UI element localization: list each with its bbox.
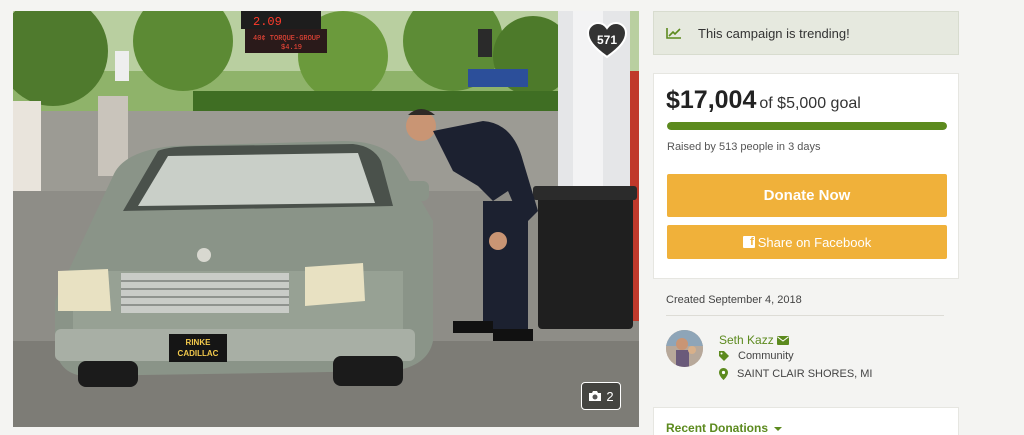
organizer-name: Seth Kazz	[719, 333, 774, 347]
organizer-avatar[interactable]	[666, 330, 703, 367]
trending-text: This campaign is trending!	[698, 25, 850, 41]
hearts-badge[interactable]: 571	[587, 21, 627, 61]
share-facebook-button[interactable]: f Share on Facebook	[667, 225, 947, 259]
map-pin-icon	[719, 368, 728, 380]
hearts-count: 571	[596, 33, 618, 47]
gas-sign-sub: $4.19	[281, 44, 302, 52]
facebook-icon: f	[742, 236, 755, 248]
gas-price-top: 2.09	[253, 15, 282, 29]
envelope-icon[interactable]	[776, 335, 789, 345]
category-text: Community	[738, 350, 794, 362]
recent-donations-label: Recent Donations	[666, 421, 769, 435]
share-facebook-label: Share on Facebook	[757, 234, 872, 250]
caret-down-icon	[774, 427, 783, 431]
raised-by-text: Raised by 513 people in 3 days	[667, 141, 821, 153]
camera-icon	[589, 391, 602, 401]
organizer-name-link[interactable]: Seth Kazz	[719, 333, 789, 347]
progress-fill	[667, 122, 947, 130]
gas-sign-text: 40¢ TORQUE-GROUP	[253, 35, 320, 43]
progress-bar	[667, 122, 947, 130]
tag-icon	[719, 351, 729, 361]
goal-text: of $5,000 goal	[759, 95, 861, 112]
trending-banner: This campaign is trending!	[653, 11, 959, 55]
organizer-location: SAINT CLAIR SHORES, MI	[719, 368, 873, 380]
campaign-photo[interactable]: 2.09 40¢ TORQUE-GROUP $4.19 RINKE CADILL…	[13, 11, 639, 427]
amount-row: $17,004 of $5,000 goal	[666, 86, 861, 115]
gallery-count: 2	[606, 388, 614, 404]
donate-now-button[interactable]: Donate Now	[667, 174, 947, 217]
plate-line-1: RINKE	[186, 338, 212, 347]
recent-donations-toggle[interactable]: Recent Donations	[653, 407, 959, 435]
amount-raised: $17,004	[666, 86, 757, 114]
divider	[666, 315, 944, 316]
location-text: SAINT CLAIR SHORES, MI	[737, 368, 873, 380]
donation-card: $17,004 of $5,000 goal Raised by 513 peop…	[653, 73, 959, 279]
created-date: Created September 4, 2018	[666, 294, 802, 306]
gallery-button[interactable]: 2	[581, 382, 621, 410]
avatar-image	[666, 330, 703, 367]
campaign-photo-illustration: 2.09 40¢ TORQUE-GROUP $4.19 RINKE CADILL…	[13, 11, 639, 427]
trending-chart-icon	[666, 28, 681, 39]
plate-line-2: CADILLAC	[178, 349, 219, 358]
organizer-category: Community	[719, 350, 794, 362]
